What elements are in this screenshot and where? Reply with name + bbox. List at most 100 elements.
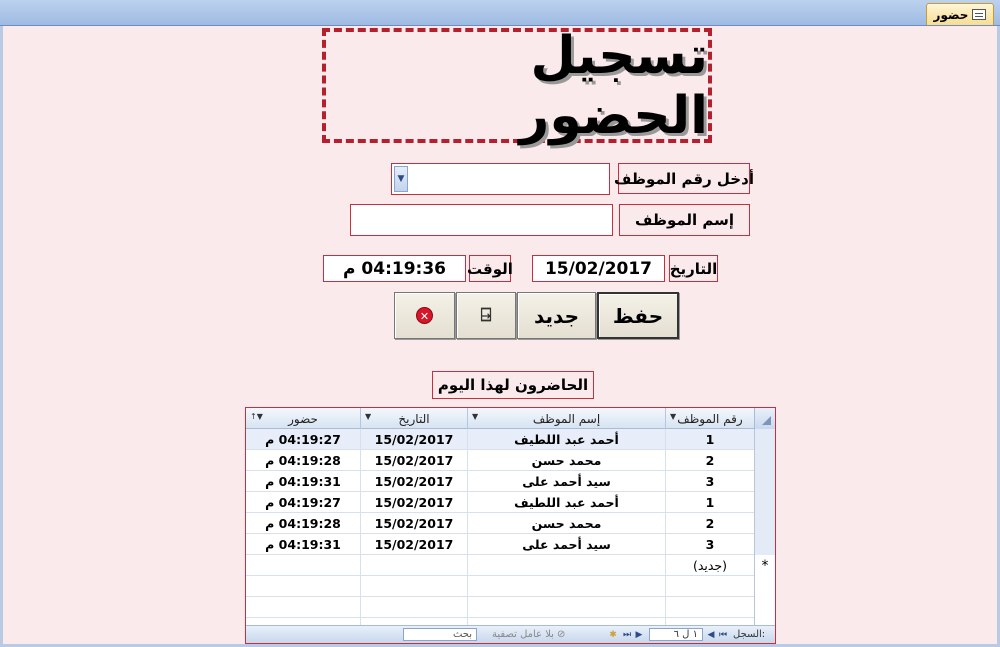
empty-cell — [246, 597, 360, 618]
row-selector[interactable] — [754, 471, 775, 492]
new-record-row[interactable]: (جديد) * — [246, 555, 775, 576]
table-row[interactable]: 3 سيد أحمد على 15/02/2017 04:19:31 م — [246, 534, 775, 555]
table-cell-name[interactable]: أحمد عبد اللطيف — [467, 492, 665, 513]
save-button[interactable]: حفظ — [597, 292, 679, 339]
new-record-marker[interactable]: * — [754, 555, 775, 576]
table-cell-time[interactable]: 04:19:27 م — [246, 492, 360, 513]
table-cell-date[interactable]: 15/02/2017 — [360, 534, 467, 555]
table-cell-name[interactable]: سيد أحمد على — [467, 534, 665, 555]
table-row[interactable]: 3 سيد أحمد على 15/02/2017 04:19:31 م — [246, 471, 775, 492]
chevron-down-icon[interactable]: ▼ — [394, 166, 408, 192]
first-record-icon[interactable]: ⏮ — [717, 628, 729, 641]
table-cell-date[interactable]: 15/02/2017 — [360, 450, 467, 471]
filter-status-label: بلا عامل تصفية — [492, 629, 554, 640]
empty-cell — [360, 597, 467, 618]
employee-number-label: أدخل رقم الموظف — [614, 163, 754, 194]
row-selector[interactable] — [754, 429, 775, 450]
row-selector[interactable] — [754, 534, 775, 555]
new-record-cell-date[interactable] — [360, 555, 467, 576]
form-icon — [972, 9, 987, 20]
row-selector[interactable] — [754, 450, 775, 471]
new-record-icon[interactable]: ✱ — [607, 628, 619, 641]
exit-door-icon: ⍈ — [480, 305, 492, 326]
column-header-date[interactable]: التاريخ ▼ — [360, 408, 467, 429]
new-button-label: جديد — [533, 303, 580, 328]
dropdown-arrow-icon[interactable]: ▼ — [365, 412, 371, 421]
column-header-name[interactable]: إسم الموظف ▼ — [467, 408, 665, 429]
form-tab-title: حضور — [933, 7, 969, 22]
employee-number-combo[interactable]: ▼ — [391, 163, 610, 195]
filter-status[interactable]: ⊘ بلا عامل تصفية — [492, 628, 565, 641]
table-cell-date[interactable]: 15/02/2017 — [360, 471, 467, 492]
record-navigation-bar: السجل: ⏮ ◀ ١ ل ٦ ▶ ⏭ ✱ ⊘ بلا عامل تصفية … — [246, 625, 775, 643]
table-cell-name[interactable]: أحمد عبد اللطيف — [467, 429, 665, 450]
table-cell-date[interactable]: 15/02/2017 — [360, 513, 467, 534]
sort-filter-icon[interactable]: ▼↑ — [250, 412, 263, 421]
table-cell-time[interactable]: 04:19:31 م — [246, 471, 360, 492]
cancel-button[interactable]: ✕ — [394, 292, 455, 339]
table-cell-name[interactable]: سيد أحمد على — [467, 471, 665, 492]
time-label: الوقت — [467, 255, 513, 282]
table-cell-name[interactable]: محمد حسن — [467, 513, 665, 534]
table-cell-number[interactable]: 2 — [665, 450, 754, 471]
new-record-cell-number[interactable]: (جديد) — [665, 555, 754, 576]
cancel-circle-icon: ✕ — [416, 307, 433, 324]
document-tab-bar: حضور — [0, 0, 1000, 26]
record-position-box[interactable]: ١ ل ٦ — [649, 628, 703, 641]
table-cell-number[interactable]: 1 — [665, 429, 754, 450]
dropdown-arrow-icon[interactable]: ▼ — [670, 412, 676, 421]
save-button-label: حفظ — [612, 303, 664, 328]
search-input[interactable]: بحث — [403, 628, 477, 641]
last-record-icon[interactable]: ⏭ — [621, 628, 633, 641]
table-cell-number[interactable]: 1 — [665, 492, 754, 513]
table-cell-date[interactable]: 15/02/2017 — [360, 429, 467, 450]
next-record-icon[interactable]: ▶ — [633, 628, 645, 641]
title-box: تسجيل الحضور — [322, 26, 712, 146]
date-field[interactable]: 15/02/2017 — [532, 255, 665, 282]
column-header-attendance[interactable]: حضور ▼↑ — [246, 408, 360, 429]
table-cell-time[interactable]: 04:19:28 م — [246, 450, 360, 471]
table-cell-number[interactable]: 3 — [665, 471, 754, 492]
empty-cell — [665, 597, 754, 618]
table-cell-time[interactable]: 04:19:31 م — [246, 534, 360, 555]
column-header-date-label: التاريخ — [398, 411, 430, 426]
window-frame-left — [0, 26, 3, 647]
time-field[interactable]: 04:19:36 م — [323, 255, 466, 282]
table-cell-name[interactable]: محمد حسن — [467, 450, 665, 471]
table-row[interactable]: 2 محمد حسن 15/02/2017 04:19:28 م — [246, 450, 775, 471]
date-label: التاريخ — [669, 255, 718, 282]
attendees-datasheet[interactable]: رقم الموظف ▼ إسم الموظف ▼ التاريخ ▼ حضور… — [245, 407, 776, 644]
new-button[interactable]: جديد — [517, 292, 596, 339]
previous-record-icon[interactable]: ◀ — [705, 628, 717, 641]
table-cell-date[interactable]: 15/02/2017 — [360, 492, 467, 513]
employee-name-field[interactable] — [350, 204, 613, 236]
dropdown-arrow-icon[interactable]: ▼ — [472, 412, 478, 421]
select-all-corner[interactable] — [754, 408, 775, 429]
table-cell-time[interactable]: 04:19:28 م — [246, 513, 360, 534]
time-value: 04:19:36 م — [343, 258, 446, 279]
empty-row-selector — [754, 597, 775, 618]
empty-cell — [246, 576, 360, 597]
column-header-attendance-label: حضور — [288, 411, 318, 426]
column-header-number-label: رقم الموظف — [677, 411, 743, 426]
table-row[interactable]: 1 أحمد عبد اللطيف 15/02/2017 04:19:27 م — [246, 429, 775, 450]
column-header-number[interactable]: رقم الموظف ▼ — [665, 408, 754, 429]
empty-cell — [360, 576, 467, 597]
table-row[interactable]: 1 أحمد عبد اللطيف 15/02/2017 04:19:27 م — [246, 492, 775, 513]
empty-cell — [665, 576, 754, 597]
table-cell-number[interactable]: 2 — [665, 513, 754, 534]
empty-cell — [467, 597, 665, 618]
form-tab[interactable]: حضور — [926, 3, 994, 25]
row-selector[interactable] — [754, 492, 775, 513]
new-record-cell-time[interactable] — [246, 555, 360, 576]
table-cell-time[interactable]: 04:19:27 م — [246, 429, 360, 450]
attendees-section-label: الحاضرون لهذا اليوم — [432, 371, 594, 399]
employee-name-label: إسم الموظف — [619, 204, 750, 236]
exit-button[interactable]: ⍈ — [456, 292, 516, 339]
row-selector[interactable] — [754, 513, 775, 534]
datasheet-header: رقم الموظف ▼ إسم الموظف ▼ التاريخ ▼ حضور… — [246, 408, 775, 429]
new-record-cell-name[interactable] — [467, 555, 665, 576]
table-row[interactable]: 2 محمد حسن 15/02/2017 04:19:28 م — [246, 513, 775, 534]
empty-row-selector — [754, 576, 775, 597]
table-cell-number[interactable]: 3 — [665, 534, 754, 555]
